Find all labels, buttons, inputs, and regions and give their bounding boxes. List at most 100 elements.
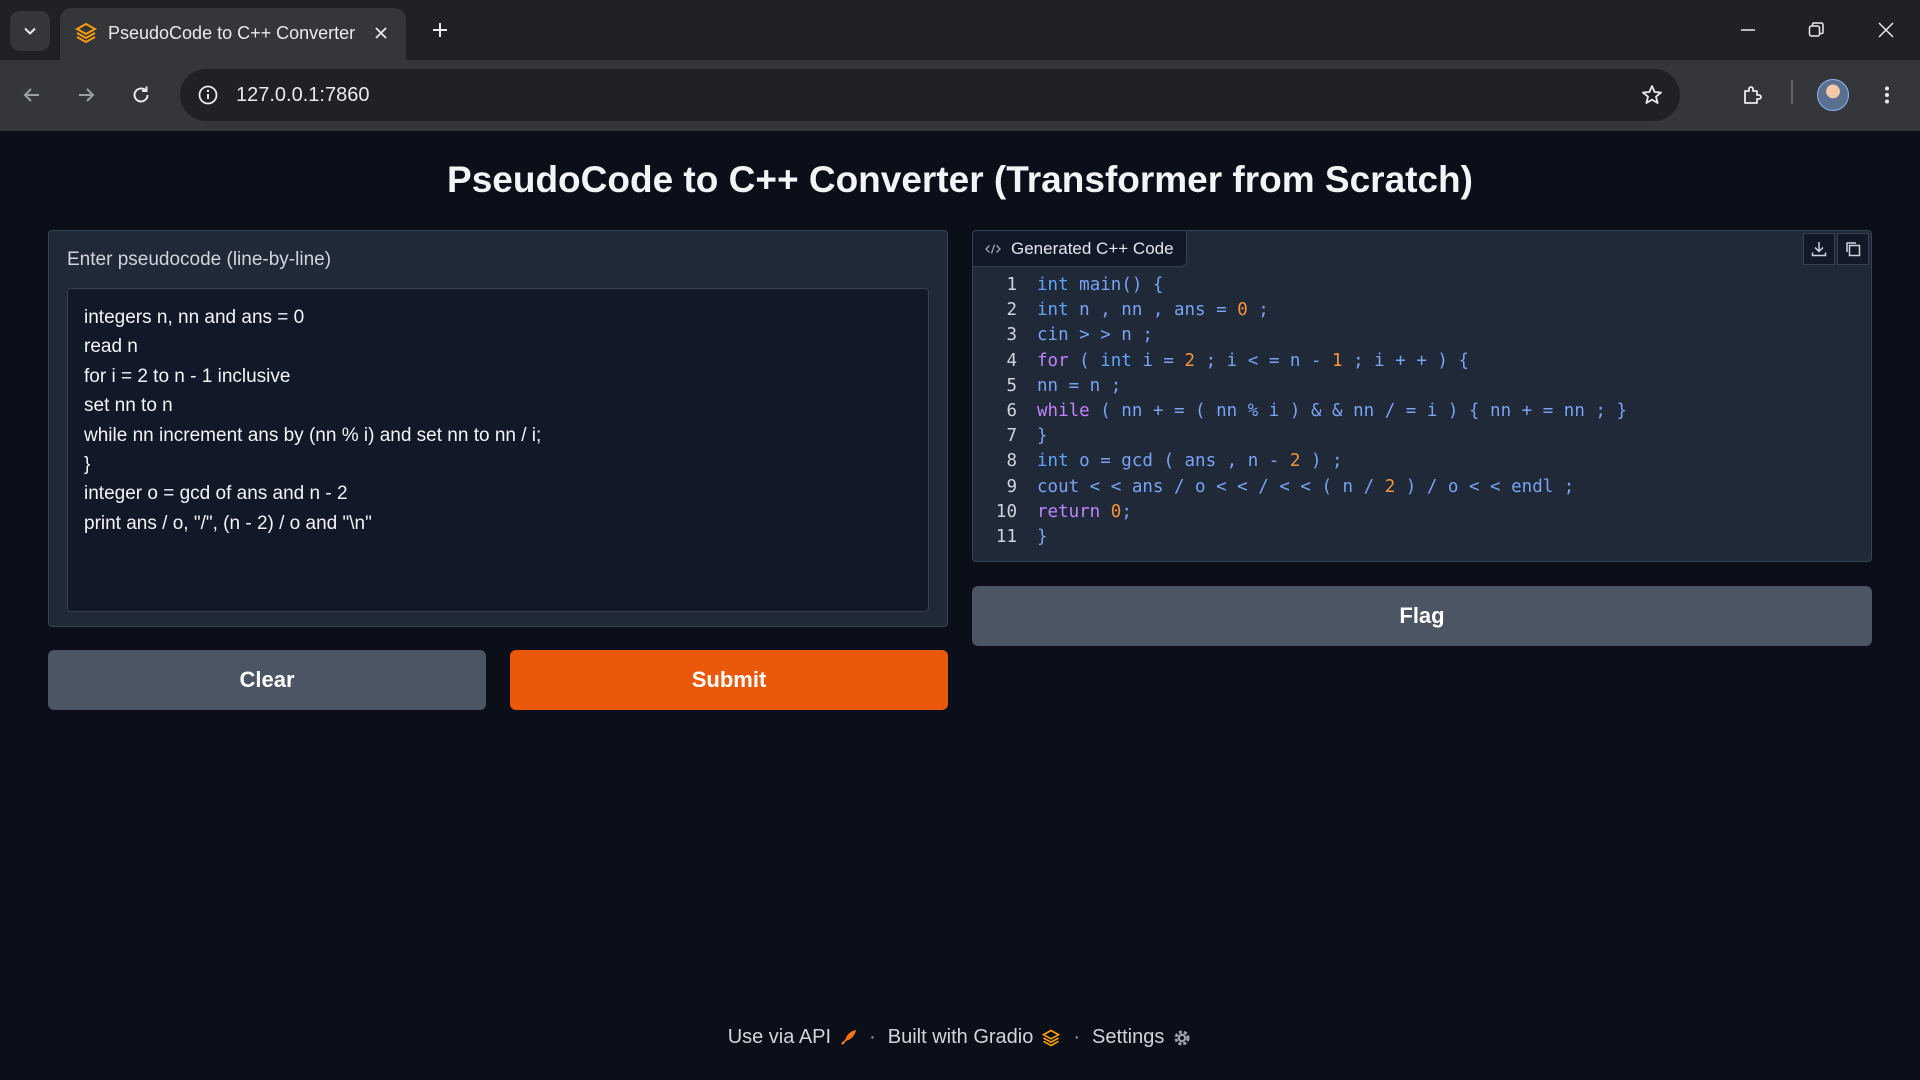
code-token: () {: [1121, 275, 1164, 295]
puzzle-icon: [1744, 86, 1762, 104]
restore-icon: [1808, 22, 1824, 37]
browser-tab[interactable]: PseudoCode to C++ Converter: [60, 8, 406, 60]
code-token: 2: [1384, 476, 1396, 497]
download-button[interactable]: [1803, 233, 1835, 265]
code-line: 1 int main() {: [973, 273, 1871, 298]
use-via-api-link[interactable]: Use via API: [728, 1026, 857, 1049]
browser-toolbar: 127.0.0.1:7860: [0, 60, 1920, 131]
clear-button[interactable]: Clear: [48, 650, 486, 710]
code-line-text: }: [1037, 424, 1048, 449]
code-line-text: int n , nn , ans = 0 ;: [1037, 298, 1269, 323]
code-line: 6 while ( nn + = ( nn % i ) & & nn / = i …: [973, 399, 1871, 424]
bookmark-button[interactable]: [1636, 79, 1668, 111]
line-number: 10: [995, 501, 1017, 522]
submit-button[interactable]: Submit: [510, 650, 948, 710]
code-output-label: Generated C++ Code: [973, 231, 1187, 267]
pseudocode-line: while nn increment ans by (nn % i) and s…: [84, 424, 542, 446]
line-number: 4: [1006, 350, 1017, 371]
restore-button[interactable]: [1788, 8, 1844, 52]
code-token: (: [1068, 350, 1101, 371]
code-line: 4 for ( int i = 2 ; i < = n - 1 ; i + + )…: [973, 349, 1871, 374]
code-editor[interactable]: 1 int main() { 2 int n , nn , ans = 0 ; 3 cin…: [973, 273, 1871, 550]
code-line-text: int main() {: [1037, 273, 1163, 298]
plus-icon: [433, 23, 447, 37]
code-token: ;: [1247, 300, 1269, 321]
code-line-text: cout < < ans / o < < / < < ( n / 2 ) / o…: [1037, 475, 1574, 500]
gradio-logo-icon: [74, 22, 98, 44]
code-token: nn = n ;: [1037, 375, 1122, 396]
code-icon: [985, 243, 1001, 254]
code-token: ;: [1121, 501, 1132, 522]
code-token: 2: [1184, 350, 1196, 371]
code-output-panel: Generated C++ Code 1 int main() { 2 int n ,…: [972, 230, 1872, 562]
more-vert-icon: [1885, 86, 1889, 104]
close-icon: [375, 27, 387, 39]
tab-search-button[interactable]: [10, 11, 50, 51]
code-line-text: }: [1037, 525, 1048, 550]
line-number: 3: [1006, 325, 1017, 346]
line-number: 5: [1006, 375, 1017, 396]
built-with-gradio-link[interactable]: Built with Gradio: [888, 1026, 1062, 1049]
pseudocode-line: set nn to n: [84, 395, 173, 417]
code-token: }: [1037, 426, 1048, 447]
code-line: 2 int n , nn , ans = 0 ;: [973, 298, 1871, 323]
toolbar-divider: [1791, 80, 1793, 104]
code-token: while: [1037, 400, 1090, 421]
code-token: main: [1079, 275, 1122, 295]
code-line: 3 cin > > n ;: [973, 323, 1871, 348]
code-token: cout < < ans / o < < / < < ( n /: [1037, 476, 1385, 497]
code-token: int: [1100, 350, 1132, 371]
footer: Use via API · Built with Gradio · Settin…: [0, 1026, 1920, 1049]
built-with-gradio-text: Built with Gradio: [887, 1026, 1034, 1048]
code-line-text: nn = n ;: [1037, 374, 1121, 399]
code-token: int: [1037, 451, 1080, 472]
settings-text: Settings: [1092, 1026, 1165, 1048]
code-token: 0: [1110, 501, 1122, 522]
line-number: 2: [1006, 300, 1017, 321]
code-token: i =: [1131, 350, 1185, 371]
code-token: ; i + + ) {: [1342, 350, 1470, 371]
line-number: 9: [1006, 476, 1017, 497]
code-token: for: [1037, 350, 1069, 371]
site-info-button[interactable]: [192, 79, 224, 111]
new-tab-button[interactable]: [424, 14, 456, 46]
back-button[interactable]: [12, 75, 52, 115]
code-line-text: while ( nn + = ( nn % i ) & & nn / = i )…: [1037, 399, 1627, 424]
footer-separator: ·: [1073, 1026, 1081, 1048]
code-token: 1: [1332, 350, 1343, 371]
settings-link[interactable]: Settings: [1092, 1026, 1192, 1049]
browser-tabstrip: PseudoCode to C++ Converter: [0, 0, 1920, 60]
pseudocode-input-panel: Enter pseudocode (line-by-line) integers…: [48, 230, 948, 627]
code-line: 10 return 0;: [973, 500, 1871, 525]
window-close-button[interactable]: [1858, 8, 1914, 52]
copy-button[interactable]: [1837, 233, 1869, 265]
line-number: 7: [1006, 426, 1017, 447]
reload-icon: [133, 86, 149, 103]
code-token: 2: [1289, 451, 1301, 472]
pseudocode-textarea[interactable]: integers n, nn and ans = 0 read n for i …: [67, 288, 929, 612]
code-token: ) / o < < endl ;: [1395, 476, 1575, 497]
flag-button[interactable]: Flag: [972, 586, 1872, 646]
code-output-label-text: Generated C++ Code: [1011, 238, 1174, 258]
minimize-button[interactable]: [1720, 8, 1776, 52]
line-number: 1: [1006, 275, 1017, 295]
code-token: o = gcd ( ans , n -: [1079, 451, 1290, 472]
extensions-button[interactable]: [1733, 75, 1773, 115]
gradio-logo-icon: [1042, 1029, 1061, 1046]
reload-button[interactable]: [121, 75, 161, 115]
tab-title: PseudoCode to C++ Converter: [108, 23, 356, 43]
tab-close-button[interactable]: [368, 20, 394, 46]
url-text[interactable]: 127.0.0.1:7860: [236, 83, 369, 107]
arrow-left-icon: [23, 88, 39, 102]
page-title: PseudoCode to C++ Converter (Transformer…: [447, 159, 1473, 200]
arrow-right-icon: [79, 88, 95, 102]
forward-button[interactable]: [66, 75, 106, 115]
menu-button[interactable]: [1867, 75, 1907, 115]
profile-avatar[interactable]: [1817, 79, 1849, 111]
code-token: ( nn + = ( nn % i ) & & nn / = i ) { nn …: [1089, 400, 1628, 421]
code-token: int: [1037, 275, 1080, 295]
code-token: ) ;: [1300, 451, 1343, 472]
line-number: 6: [1006, 400, 1017, 421]
address-bar[interactable]: 127.0.0.1:7860: [180, 69, 1680, 121]
